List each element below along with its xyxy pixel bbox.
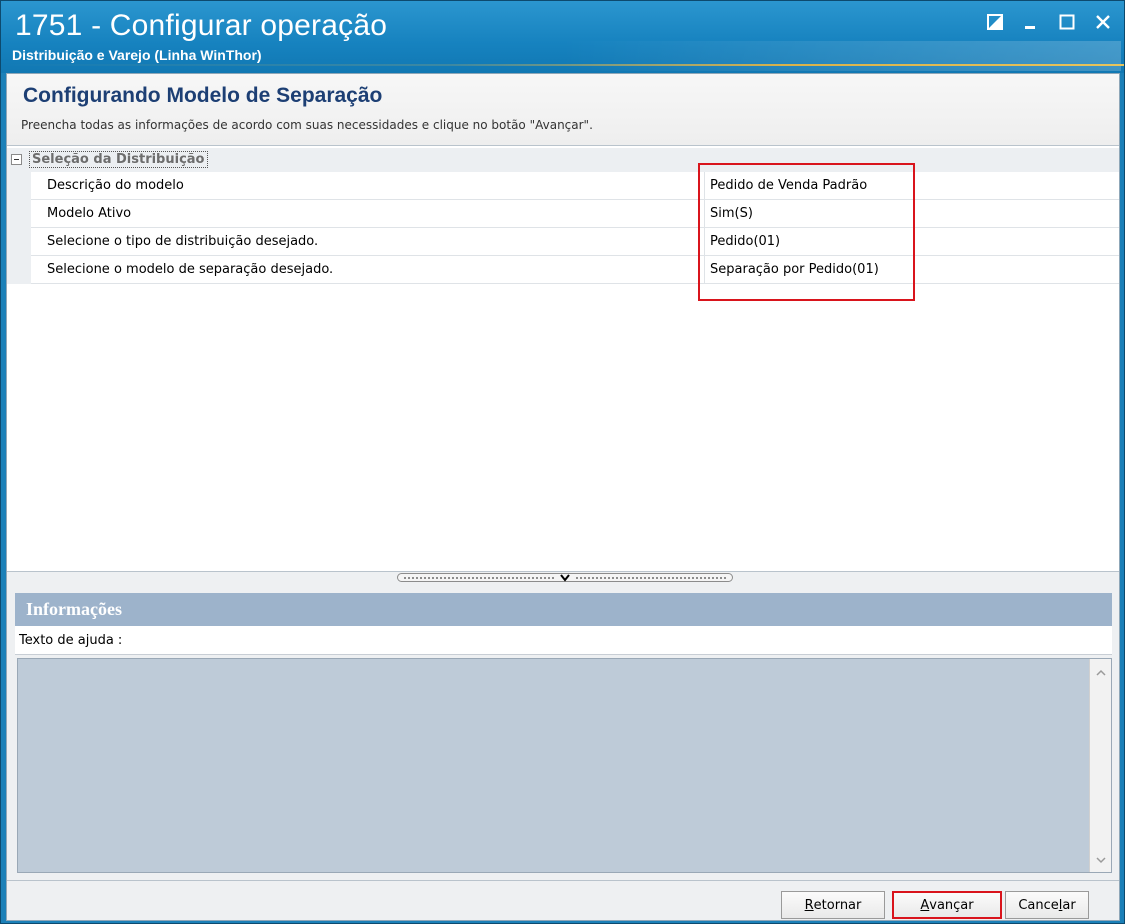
client-area: Configurando Modelo de Separação Preench… [6, 73, 1120, 921]
property-name: Modelo Ativo [47, 206, 132, 221]
button-label-rest: ar [1062, 897, 1076, 913]
grip-dots [404, 576, 554, 579]
row-gutter [7, 200, 31, 228]
property-value[interactable]: Pedido de Venda Padrão [710, 178, 867, 193]
window-controls [984, 11, 1114, 33]
page-title: Configurando Modelo de Separação [23, 84, 383, 107]
info-panel-title: Informações [26, 599, 122, 619]
maximize-icon[interactable] [1056, 11, 1078, 33]
property-row-modelo-ativo[interactable]: Modelo Ativo Sim(S) [7, 200, 1119, 228]
category-label: Seleção da Distribuição [29, 151, 208, 168]
property-row-modelo-separacao[interactable]: Selecione o modelo de separação desejado… [7, 256, 1119, 284]
property-row-tipo-distribuicao[interactable]: Selecione o tipo de distribuição desejad… [7, 228, 1119, 256]
accelerator-key: A [920, 897, 930, 913]
property-grid: Seleção da Distribuição Descrição do mod… [7, 146, 1119, 571]
scroll-down-icon[interactable] [1095, 854, 1107, 866]
next-button[interactable]: Avançar [892, 891, 1002, 919]
window-title: 1751 - Configurar operação [15, 9, 388, 42]
accelerator-key: R [804, 897, 814, 913]
cancel-button[interactable]: Cance l ar [1005, 891, 1089, 919]
title-bar-shine [561, 41, 1121, 71]
close-icon[interactable] [1092, 11, 1114, 33]
row-gutter [7, 172, 31, 200]
minimize-icon[interactable] [1020, 11, 1042, 33]
button-label-rest: vançar [929, 897, 974, 913]
panel-splitter[interactable] [7, 571, 1119, 583]
property-name: Descrição do modelo [47, 178, 184, 193]
help-text-area[interactable] [17, 658, 1112, 873]
property-row-descricao[interactable]: Descrição do modelo Pedido de Venda Padr… [7, 172, 1119, 200]
help-label-row: Texto de ajuda : [15, 626, 1112, 655]
column-divider [704, 228, 705, 256]
collapse-icon[interactable] [11, 154, 22, 165]
grip-dots [576, 576, 726, 579]
property-name: Selecione o modelo de separação desejado… [47, 262, 334, 277]
restore-style-icon[interactable] [984, 11, 1006, 33]
info-panel-header: Informações [15, 593, 1112, 626]
window-subtitle: Distribuição e Varejo (Linha WinThor) [12, 47, 262, 63]
button-label-prefix: Cance [1018, 897, 1059, 913]
title-bar[interactable]: 1751 - Configurar operação Distribuição … [1, 1, 1124, 73]
row-gutter [7, 228, 31, 256]
column-divider [704, 200, 705, 228]
property-value[interactable]: Sim(S) [710, 206, 753, 221]
property-name: Selecione o tipo de distribuição desejad… [47, 234, 319, 249]
column-divider [704, 172, 705, 200]
category-row[interactable]: Seleção da Distribuição [7, 148, 1119, 172]
scroll-up-icon[interactable] [1095, 667, 1107, 679]
help-label: Texto de ajuda : [19, 633, 123, 648]
back-button[interactable]: Retornar [781, 891, 885, 919]
button-label-rest: etornar [813, 897, 862, 913]
chevron-down-icon[interactable] [560, 573, 570, 582]
page-description: Preencha todas as informações de acordo … [21, 118, 593, 132]
property-value[interactable]: Pedido(01) [710, 234, 780, 249]
help-scrollbar[interactable] [1089, 659, 1111, 872]
wizard-header: Configurando Modelo de Separação Preench… [7, 74, 1119, 146]
property-value[interactable]: Separação por Pedido(01) [710, 262, 879, 277]
splitter-grip[interactable] [397, 573, 733, 582]
footer-bar: Retornar Avançar Cance l ar [7, 880, 1119, 920]
title-bar-accent-line [1, 64, 1124, 66]
app-window: 1751 - Configurar operação Distribuição … [0, 0, 1125, 924]
column-divider [704, 256, 705, 284]
row-gutter [7, 256, 31, 284]
